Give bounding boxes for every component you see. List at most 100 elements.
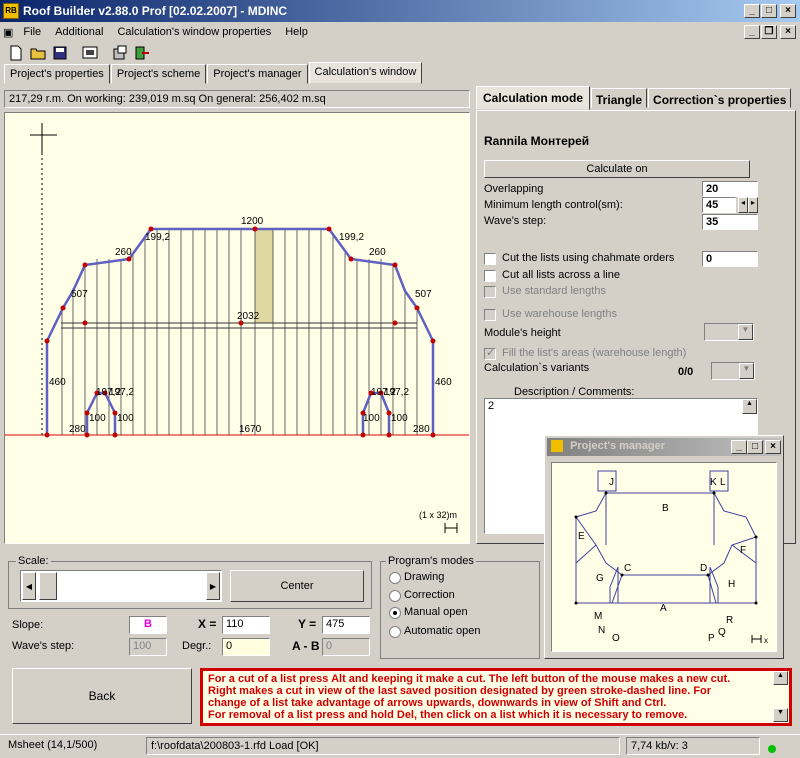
minimize-button[interactable]: _ (744, 4, 760, 18)
tab-projects-properties[interactable]: Project's properties (4, 64, 110, 84)
status-indicator-icon (768, 745, 776, 753)
pm-maximize-button[interactable]: □ (747, 440, 763, 454)
dim-center: 2032 (237, 311, 260, 322)
x-field[interactable]: 110 (222, 616, 270, 634)
pm-label-o: O (612, 633, 620, 644)
menu-file[interactable]: File (16, 26, 48, 38)
tab-calculations-window[interactable]: Calculation's window (308, 62, 423, 84)
x-label: X = (198, 617, 217, 631)
description-scroll-up-icon[interactable]: ▲ (742, 399, 757, 414)
export-icon[interactable] (134, 45, 150, 61)
tab-triangle[interactable]: Triangle (591, 88, 648, 108)
wave-step-label: Wave's step: (484, 215, 547, 227)
tab-projects-manager[interactable]: Project's manager (207, 64, 308, 84)
warehouse-lengths-checkbox[interactable] (484, 309, 496, 321)
mode-drawing-label[interactable]: Drawing (404, 571, 444, 583)
dim-vert-left: 460 (49, 377, 66, 388)
pm-close-button[interactable]: × (765, 440, 781, 454)
cut-chahmate-checkbox[interactable] (484, 253, 496, 265)
print-preview-icon[interactable] (82, 45, 98, 61)
close-button[interactable]: × (780, 4, 796, 18)
dim-upper-left: 199,2 (145, 232, 170, 243)
wave-field[interactable]: 100 (129, 638, 167, 656)
fill-areas-checkbox[interactable] (484, 346, 496, 360)
help-scroll-down-icon[interactable]: ▼ (773, 708, 788, 722)
pm-minimize-button[interactable]: _ (731, 440, 747, 454)
degr-field[interactable]: 0 (222, 638, 270, 656)
dim-mid-left: 260 (115, 247, 132, 258)
wave-step-field[interactable]: 35 (702, 214, 758, 230)
center-button[interactable]: Center (230, 570, 364, 602)
pm-title: Project's manager (570, 440, 665, 452)
pm-label-b: B (662, 503, 669, 514)
save-icon[interactable] (52, 45, 68, 61)
min-length-field[interactable]: 45 (702, 197, 736, 213)
menu-additional[interactable]: Additional (48, 26, 110, 38)
pm-corner-x: x (764, 636, 768, 645)
cut-chahmate-field[interactable]: 0 (702, 251, 758, 267)
selected-sheet[interactable] (255, 229, 273, 323)
dim-side-left: 507 (71, 289, 88, 300)
module-height-dropdown-icon[interactable]: ▼ (738, 324, 753, 340)
min-length-down-icon[interactable]: ◂ (738, 197, 748, 213)
tab-calculation-mode[interactable]: Calculation mode (476, 86, 591, 110)
open-icon[interactable] (30, 45, 46, 61)
scale-note: (1 x 32)m (419, 510, 457, 520)
overlapping-field[interactable]: 20 (702, 181, 758, 197)
scale-right-icon[interactable]: ▶ (206, 572, 220, 600)
doc-minimize-button[interactable]: _ (744, 25, 760, 39)
pm-label-m: M (594, 611, 602, 622)
mode-manual-open-radio[interactable] (389, 607, 401, 619)
scale-scrollbar[interactable]: ◀ ▶ (20, 570, 222, 602)
mode-drawing-radio[interactable] (389, 572, 401, 584)
y-field[interactable]: 475 (322, 616, 370, 634)
doc-restore-button[interactable]: ❐ (761, 25, 777, 39)
status-sheet: Msheet (14,1/500) (8, 739, 98, 751)
dim-base-right: 280 (413, 424, 430, 435)
pm-label-g: G (596, 573, 604, 584)
menu-help[interactable]: Help (278, 26, 315, 38)
description-label: Description / Comments: (514, 386, 635, 398)
dim-mid-right: 260 (369, 247, 386, 258)
pm-roof-schema[interactable]: J K L B E C D F G H A M N O P Q R x (552, 463, 776, 651)
new-icon[interactable] (8, 45, 24, 61)
pm-schema[interactable]: J K L B E C D F G H A M N O P Q R x (551, 462, 777, 652)
title-bar: RB Roof Builder v2.88.0 Prof [02.02.2007… (0, 0, 800, 22)
mode-correction-radio[interactable] (389, 590, 401, 602)
scale-left-icon[interactable]: ◀ (22, 572, 36, 600)
info-bar: 217,29 r.m. On working: 239,019 m.sq On … (4, 90, 470, 108)
dim-100b: 100 (117, 413, 134, 424)
doc-icon: ▣ (3, 26, 14, 39)
variants-dropdown-icon[interactable]: ▼ (739, 363, 754, 379)
maximize-button[interactable]: □ (761, 4, 777, 18)
mode-automatic-open-label[interactable]: Automatic open (404, 625, 480, 637)
tab-projects-scheme[interactable]: Project's scheme (110, 64, 207, 84)
warehouse-lengths-label: Use warehouse lengths (502, 308, 617, 320)
standard-lengths-checkbox[interactable] (484, 286, 496, 298)
scale-indicator-icon (444, 523, 458, 533)
tab-corrections-properties[interactable]: Correction`s properties (648, 88, 792, 108)
help-line-3: change of a list take advantage of arrow… (208, 697, 667, 709)
mode-manual-open-label[interactable]: Manual open (404, 606, 468, 618)
pm-label-k: K (710, 477, 717, 488)
cut-all-checkbox[interactable] (484, 270, 496, 282)
scale-thumb[interactable] (39, 572, 57, 600)
slope-field[interactable]: B (129, 616, 167, 634)
roof-drawing[interactable]: 1200 199,2 199,2 260 260 507 507 2032 46… (5, 113, 469, 543)
cut-all-label: Cut all lists across a line (502, 269, 620, 281)
roof-outline (45, 227, 435, 435)
pm-label-l: L (720, 477, 726, 488)
dim-side-right: 507 (415, 289, 432, 300)
properties-icon[interactable] (112, 45, 128, 61)
menu-calc-window-properties[interactable]: Calculation's window properties (110, 26, 278, 38)
help-scroll-up-icon[interactable]: ▲ (773, 671, 788, 685)
back-button[interactable]: Back (12, 668, 192, 724)
drawing-canvas[interactable]: 1200 199,2 199,2 260 260 507 507 2032 46… (4, 112, 470, 544)
calculate-button[interactable]: Calculate on (484, 160, 750, 178)
mode-automatic-open-radio[interactable] (389, 626, 401, 638)
min-length-up-icon[interactable]: ▸ (748, 197, 758, 213)
pm-label-p: P (708, 633, 715, 644)
doc-close-button[interactable]: × (780, 25, 796, 39)
mode-correction-label[interactable]: Correction (404, 589, 455, 601)
ab-field[interactable]: 0 (322, 638, 370, 656)
